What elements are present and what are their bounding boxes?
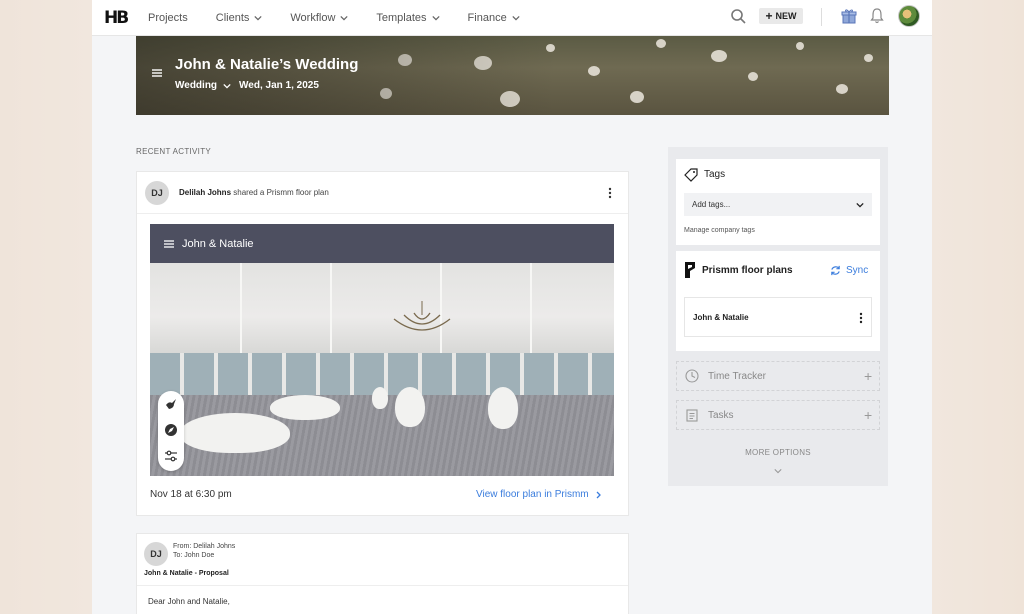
top-nav: HB Projects Clients Workflow Templates F… xyxy=(92,0,932,36)
menu-icon[interactable] xyxy=(164,239,174,249)
sliders-icon[interactable] xyxy=(164,449,178,463)
search-icon[interactable] xyxy=(730,8,746,24)
floor-plan-preview[interactable] xyxy=(150,263,614,476)
clock-icon xyxy=(685,369,699,383)
view-floor-plan-label: View floor plan in Prismm xyxy=(476,489,589,500)
activity-card: DJ Delilah Johns shared a Prismm floor p… xyxy=(136,171,629,516)
chandelier-image xyxy=(393,301,451,331)
tags-dropdown[interactable]: Add tags... xyxy=(684,193,872,216)
email-to: To: John Doe xyxy=(173,552,215,559)
section-heading: RECENT ACTIVITY xyxy=(136,147,212,156)
chevron-down-icon[interactable] xyxy=(223,82,231,90)
compass-icon[interactable] xyxy=(164,423,178,437)
sync-label: Sync xyxy=(846,265,869,276)
dove-icon[interactable] xyxy=(164,397,178,411)
prismm-logo-icon xyxy=(685,262,695,278)
more-options-toggle[interactable]: MORE OPTIONS xyxy=(668,448,888,457)
chevron-right-icon xyxy=(596,491,601,498)
user-avatar[interactable] xyxy=(898,5,920,27)
tasks-section[interactable]: Tasks + xyxy=(676,400,880,430)
app-window: HB Projects Clients Workflow Templates F… xyxy=(92,0,932,614)
more-options-icon[interactable] xyxy=(608,187,612,199)
activity-text: Delilah Johns shared a Prismm floor plan xyxy=(179,188,329,197)
floor-plan-item[interactable]: John & Natalie xyxy=(684,297,872,337)
nav-item-workflow[interactable]: Workflow xyxy=(290,12,349,24)
tags-placeholder: Add tags... xyxy=(692,200,731,209)
plus-icon: + xyxy=(765,9,773,23)
more-options-icon[interactable] xyxy=(859,312,863,324)
email-from-name: Delilah Johns xyxy=(193,543,236,550)
logo[interactable]: HB xyxy=(104,8,129,28)
divider xyxy=(821,8,822,26)
email-subject: John & Natalie - Proposal xyxy=(144,570,229,577)
prismm-title: Prismm floor plans xyxy=(702,265,793,276)
tags-card: Tags Add tags... Manage company tags xyxy=(676,159,880,245)
tags-title: Tags xyxy=(704,169,726,180)
nav-item-label: Workflow xyxy=(290,12,336,24)
avatar: DJ xyxy=(145,181,169,205)
nav-item-label: Finance xyxy=(467,12,507,24)
activity-actor: Delilah Johns xyxy=(179,188,232,197)
project-title: John & Natalie’s Wedding xyxy=(175,56,359,73)
sync-button[interactable]: Sync xyxy=(830,265,868,276)
menu-icon[interactable] xyxy=(152,68,162,78)
project-banner: John & Natalie’s Wedding Wedding Wed, Ja… xyxy=(136,36,889,115)
nav-item-finance[interactable]: Finance xyxy=(468,12,520,24)
nav-item-clients[interactable]: Clients xyxy=(216,12,263,24)
chevron-down-icon[interactable] xyxy=(774,467,782,475)
chevron-down-icon xyxy=(340,15,349,21)
viewer-toolbar xyxy=(158,391,184,471)
activity-card-header: DJ Delilah Johns shared a Prismm floor p… xyxy=(137,172,628,214)
project-meta: Wedding Wed, Jan 1, 2025 xyxy=(175,80,319,91)
add-icon[interactable]: + xyxy=(864,368,872,384)
add-icon[interactable]: + xyxy=(864,407,872,423)
email-from: From: Delilah Johns xyxy=(173,543,236,550)
nav-menu: Projects Clients Workflow Templates Fina… xyxy=(148,0,548,36)
new-button[interactable]: + NEW xyxy=(759,8,803,24)
floor-plan-header: John & Natalie xyxy=(150,224,614,263)
project-type-dropdown[interactable]: Wedding xyxy=(175,80,217,91)
gift-icon[interactable] xyxy=(841,8,857,24)
floor-plan-name: John & Natalie xyxy=(693,313,749,322)
email-activity-card[interactable]: DJ From: Delilah Johns To: John Doe John… xyxy=(136,533,629,614)
prismm-card: Prismm floor plans Sync John & Natalie xyxy=(676,251,880,351)
nav-item-label: Projects xyxy=(148,12,188,24)
bell-icon[interactable] xyxy=(870,8,884,24)
tag-icon xyxy=(684,168,698,182)
clipboard-icon xyxy=(686,409,698,422)
time-tracker-label: Time Tracker xyxy=(708,371,766,382)
chevron-down-icon xyxy=(512,15,520,21)
activity-timestamp: Nov 18 at 6:30 pm xyxy=(150,489,232,500)
nav-item-projects[interactable]: Projects xyxy=(148,12,188,24)
email-to-name: John Doe xyxy=(184,552,215,559)
activity-action: shared a Prismm floor plan xyxy=(231,188,329,197)
chevron-down-icon xyxy=(431,15,440,21)
new-button-label: NEW xyxy=(775,11,797,21)
nav-item-label: Clients xyxy=(215,12,250,24)
sync-icon xyxy=(831,265,840,276)
tasks-label: Tasks xyxy=(708,410,734,421)
view-floor-plan-link[interactable]: View floor plan in Prismm xyxy=(476,489,602,500)
manage-tags-link[interactable]: Manage company tags xyxy=(684,227,755,234)
email-body-preview: Dear John and Natalie, xyxy=(148,597,230,606)
avatar: DJ xyxy=(144,542,168,566)
chevron-down-icon xyxy=(856,202,864,208)
floor-plan-title: John & Natalie xyxy=(182,237,254,250)
divider xyxy=(137,585,628,586)
time-tracker-section[interactable]: Time Tracker + xyxy=(676,361,880,391)
project-date[interactable]: Wed, Jan 1, 2025 xyxy=(239,80,319,91)
project-sidebar: Tags Add tags... Manage company tags Pri… xyxy=(668,147,888,486)
nav-item-label: Templates xyxy=(376,12,427,24)
chevron-down-icon xyxy=(254,15,262,21)
nav-item-templates[interactable]: Templates xyxy=(376,12,440,24)
